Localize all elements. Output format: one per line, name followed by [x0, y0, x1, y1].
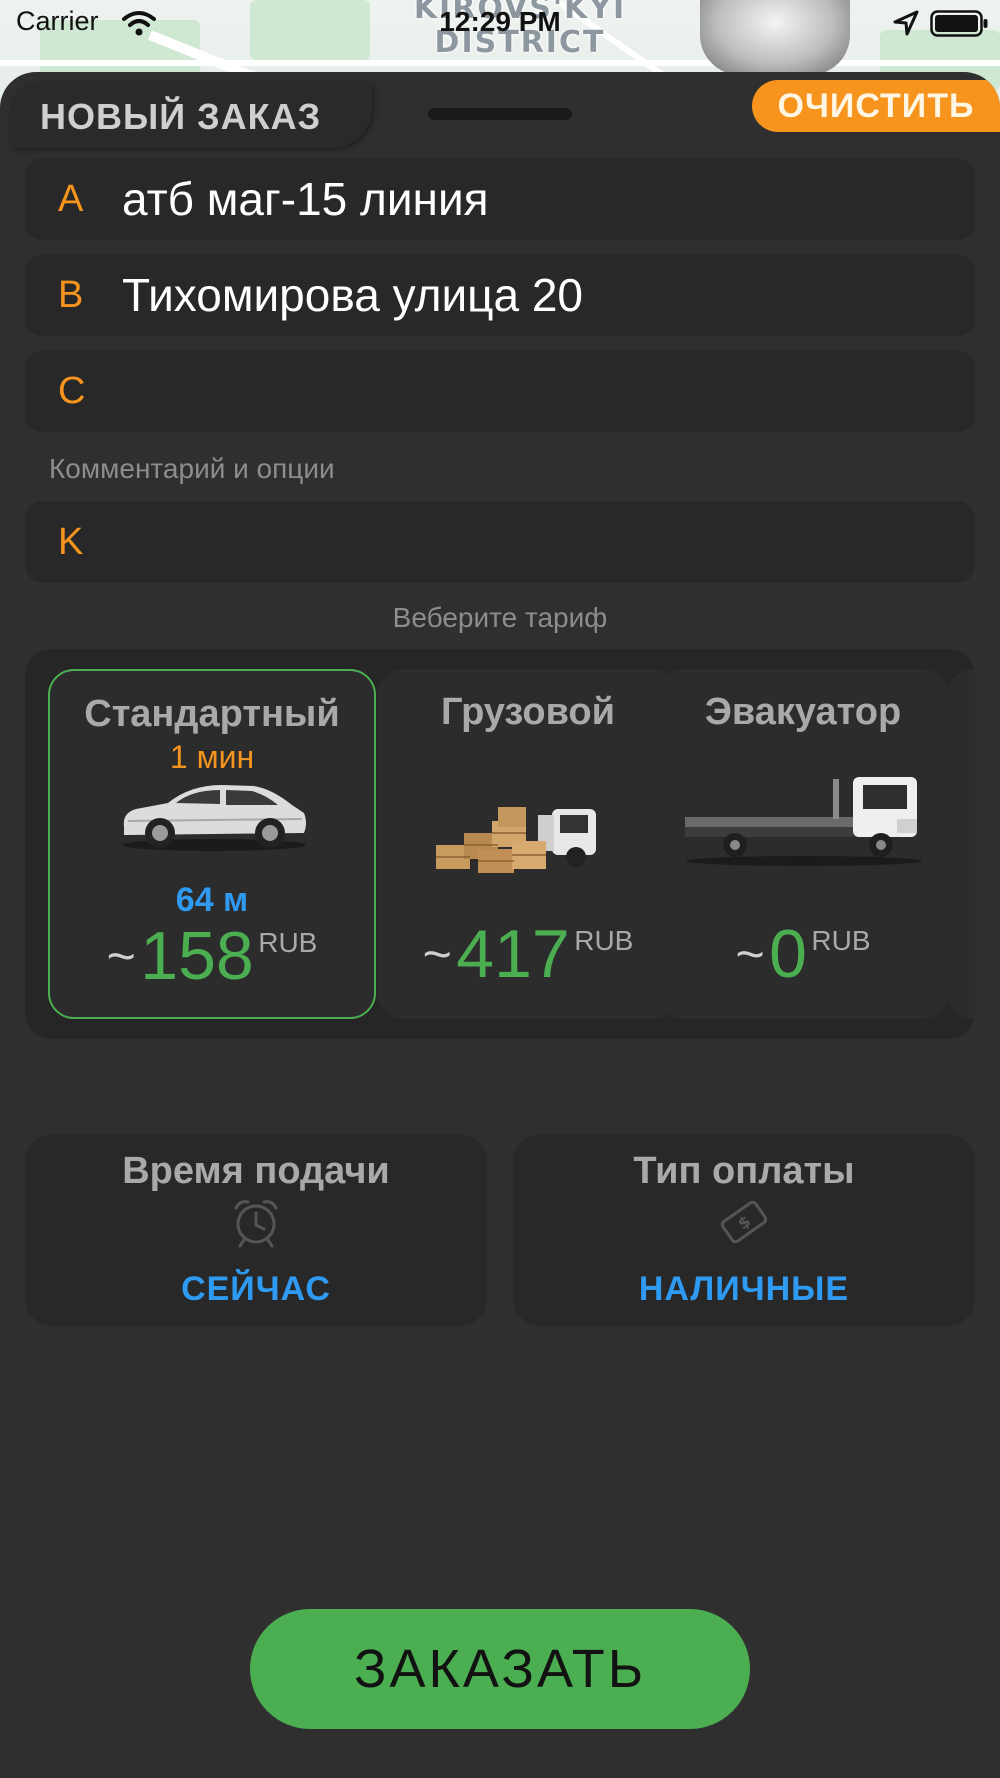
comment-field[interactable]: K — [25, 501, 975, 583]
price-amount: 158 — [140, 918, 254, 994]
tariff-card-standard[interactable]: Стандартный 1 мин 64 м ~ 158 RUB — [48, 669, 376, 1019]
tariff-carousel[interactable]: Стандартный 1 мин 64 м ~ 158 RUB Грузово… — [25, 649, 975, 1039]
tariff-price: ~ 417 RUB — [378, 915, 678, 993]
tow-truck-icon — [685, 777, 922, 866]
route-point-letter: C — [58, 370, 86, 412]
order-button-label: ЗАКАЗАТЬ — [353, 1639, 647, 1699]
tariff-eta: 1 мин — [169, 739, 255, 775]
price-currency: RUB — [258, 927, 318, 958]
map-road — [0, 60, 1000, 66]
price-amount: 0 — [769, 916, 807, 992]
cargo-truck-icon — [436, 807, 596, 873]
comment-letter: K — [58, 521, 84, 563]
price-amount: 417 — [456, 916, 570, 992]
wifi-icon — [122, 11, 156, 36]
tariff-name: Грузовой — [440, 691, 616, 733]
clear-button-label: ОЧИСТИТЬ — [777, 87, 975, 125]
route-point-letter: A — [58, 178, 84, 220]
payment-type-option[interactable]: Тип оплаты $ НАЛИЧНЫЕ — [513, 1134, 975, 1326]
pickup-time-value: СЕЙЧАС — [181, 1270, 331, 1308]
cash-icon: $ — [720, 1200, 768, 1244]
pickup-time-option[interactable]: Время подачи СЕЙЧАС — [25, 1134, 487, 1326]
battery-icon — [930, 10, 988, 37]
status-time: 12:29 PM — [439, 6, 561, 37]
tariff-distance: 64 м — [175, 881, 249, 919]
order-button[interactable]: ЗАКАЗАТЬ — [250, 1609, 750, 1729]
car-icon — [122, 785, 306, 851]
title-tab: НОВЫЙ ЗАКАЗ — [10, 82, 372, 148]
sheet-grabber[interactable] — [428, 108, 572, 120]
price-tilde: ~ — [106, 928, 136, 984]
route-point-b-field[interactable]: B Тихомирова улица 20 — [25, 254, 975, 336]
status-carrier: Carrier — [16, 6, 99, 36]
tariff-heading: Веберите тариф — [392, 602, 608, 633]
tariff-card-next[interactable] — [947, 669, 975, 1019]
tariff-card-tow-truck[interactable]: Эвакуатор ~ 0 RUB — [658, 669, 948, 1019]
payment-type-title: Тип оплаты — [633, 1150, 855, 1192]
price-tilde: ~ — [422, 926, 452, 982]
route-point-address: Тихомирова улица 20 — [122, 269, 584, 321]
route-point-letter: B — [58, 274, 84, 316]
alarm-clock-icon — [234, 1200, 278, 1248]
route-point-a-field[interactable]: A атб маг-15 линия — [25, 158, 975, 240]
route-point-address: атб маг-15 линия — [122, 173, 489, 225]
payment-type-value: НАЛИЧНЫЕ — [638, 1270, 850, 1308]
tariff-card-cargo[interactable]: Грузовой ~ 417 RUB — [378, 669, 678, 1019]
tariff-price: ~ 158 RUB — [50, 917, 374, 995]
price-currency: RUB — [811, 925, 871, 956]
tariff-name: Эвакуатор — [704, 691, 902, 733]
map-park-area — [250, 0, 370, 60]
location-arrow-icon — [893, 10, 919, 36]
order-sheet: НОВЫЙ ЗАКАЗ ОЧИСТИТЬ A атб маг-15 линия … — [0, 72, 1000, 1778]
clear-button[interactable]: ОЧИСТИТЬ — [752, 80, 1000, 132]
tariff-price: ~ 0 RUB — [658, 915, 948, 993]
tariff-name: Стандартный — [84, 693, 340, 735]
route-point-c-field[interactable]: C — [25, 350, 975, 432]
comment-section-label: Комментарий и опции — [49, 453, 335, 484]
price-tilde: ~ — [735, 926, 765, 982]
price-currency: RUB — [574, 925, 634, 956]
map-car-marker — [700, 0, 850, 75]
pickup-time-title: Время подачи — [122, 1150, 390, 1192]
page-title: НОВЫЙ ЗАКАЗ — [40, 96, 322, 137]
